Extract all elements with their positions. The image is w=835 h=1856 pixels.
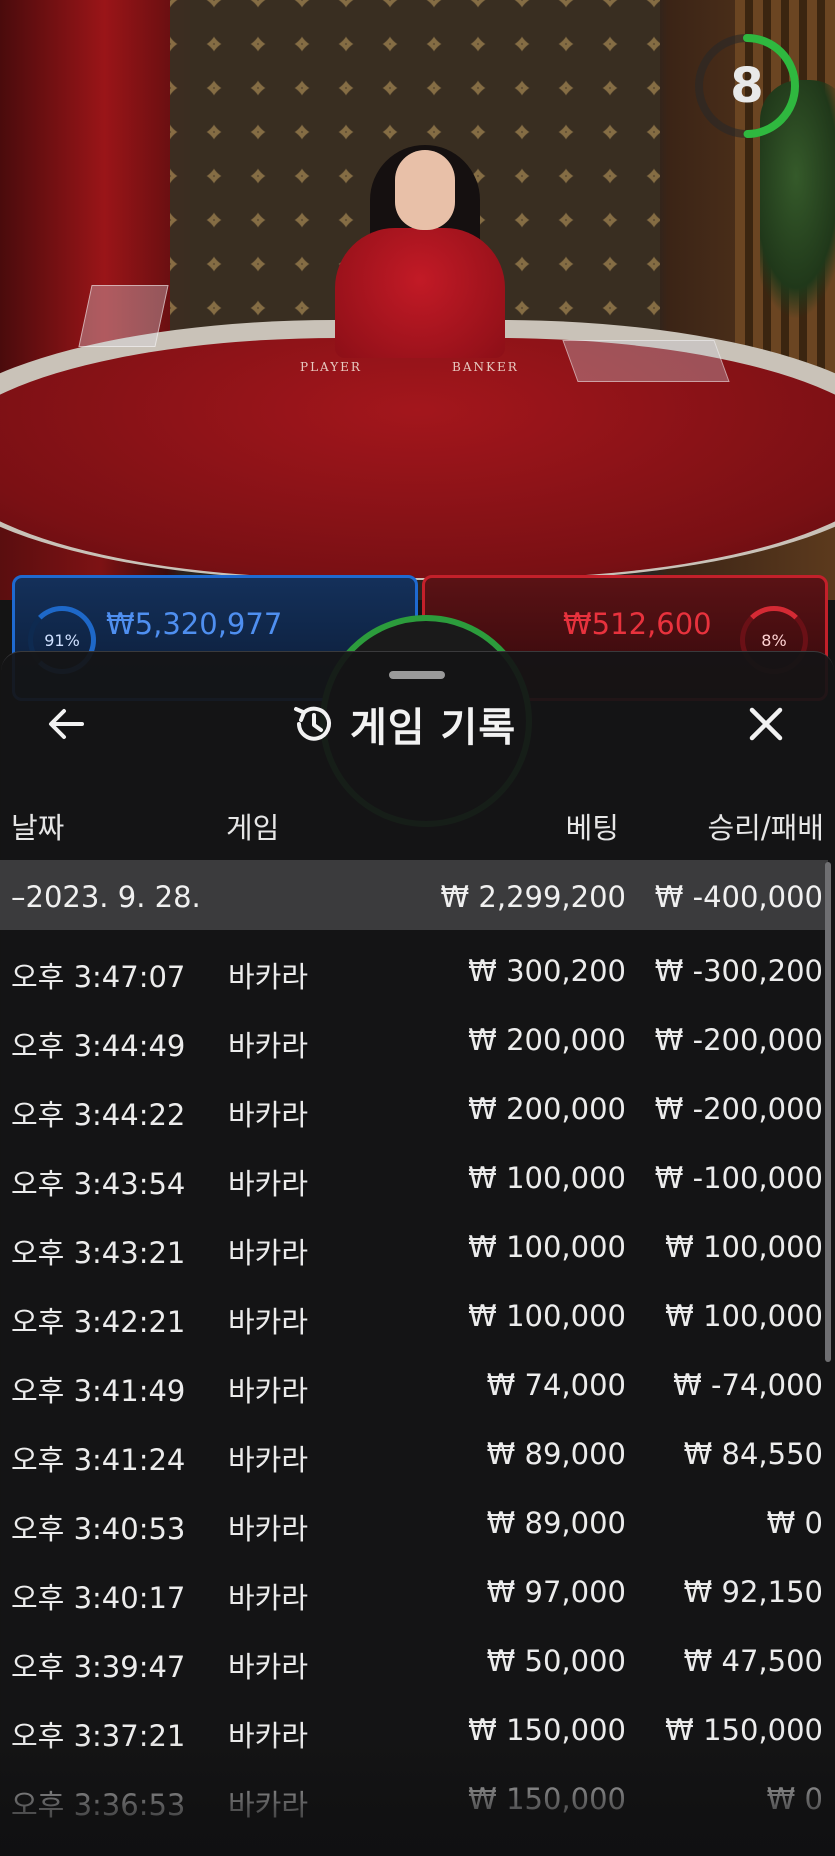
row-time: 오후 3:39:47: [11, 1650, 186, 1684]
row-game: 바카라: [228, 960, 309, 994]
row-game: 바카라: [228, 1029, 309, 1063]
row-bet: ₩ 50,000: [486, 1644, 626, 1678]
history-row[interactable]: 오후 3:42:21 바카라 ₩ 100,000 ₩ 100,000: [0, 1281, 828, 1350]
column-header-date: 날짜: [11, 811, 65, 845]
history-row[interactable]: 오후 3:36:53 바카라 ₩ 150,000 ₩ 0: [0, 1764, 828, 1833]
row-bet: ₩ 150,000: [468, 1713, 626, 1747]
sheet-drag-handle[interactable]: [389, 671, 445, 679]
history-row[interactable]: 오후 3:44:22 바카라 ₩ 200,000 ₩ -200,000: [0, 1074, 828, 1143]
row-game: 바카라: [228, 1167, 309, 1201]
row-time: 오후 3:40:17: [11, 1581, 186, 1615]
row-time: 오후 3:43:54: [11, 1167, 186, 1201]
dealer-dress: [335, 228, 505, 358]
row-time: 오후 3:42:21: [11, 1305, 186, 1339]
row-bet: ₩ 100,000: [468, 1230, 626, 1264]
row-bet: ₩ 200,000: [468, 1092, 626, 1126]
history-row[interactable]: 오후 3:44:49 바카라 ₩ 200,000 ₩ -200,000: [0, 1005, 828, 1074]
row-win-loss: ₩ -200,000: [654, 1092, 823, 1126]
close-icon: [749, 707, 783, 741]
row-bet: ₩ 89,000: [486, 1437, 626, 1471]
column-header-win-loss: 승리/패배: [707, 811, 825, 845]
back-button[interactable]: [36, 694, 96, 754]
row-time: 오후 3:44:22: [11, 1098, 186, 1132]
row-bet: ₩ 200,000: [468, 1023, 626, 1057]
row-game: 바카라: [228, 1581, 309, 1615]
close-button[interactable]: [736, 694, 796, 754]
row-bet: ₩ 100,000: [468, 1161, 626, 1195]
day-group-win-loss-total: ₩ -400,000: [654, 880, 823, 914]
history-row[interactable]: 오후 3:37:21 바카라 ₩ 150,000 ₩ 150,000: [0, 1695, 828, 1764]
row-bet: ₩ 300,200: [468, 954, 626, 988]
row-win-loss: ₩ 100,000: [665, 1230, 823, 1264]
history-icon: [294, 706, 331, 741]
history-row[interactable]: 오후 3:39:47 바카라 ₩ 50,000 ₩ 47,500: [0, 1626, 828, 1695]
history-row[interactable]: 오후 3:43:21 바카라 ₩ 100,000 ₩ 100,000: [0, 1212, 828, 1281]
row-game: 바카라: [228, 1098, 309, 1132]
row-win-loss: ₩ 100,000: [665, 1299, 823, 1333]
discard-box: [562, 340, 730, 382]
row-win-loss: ₩ -300,200: [654, 954, 823, 988]
row-win-loss: ₩ -100,000: [654, 1161, 823, 1195]
sheet-title: 게임 기록: [350, 705, 517, 751]
row-time: 오후 3:36:53: [11, 1788, 186, 1822]
dealer-face: [395, 150, 455, 230]
row-win-loss: ₩ 0: [766, 1782, 823, 1816]
row-time: 오후 3:47:07: [11, 960, 186, 994]
row-win-loss: ₩ 150,000: [665, 1713, 823, 1747]
table-label-banker: BANKER: [452, 360, 519, 374]
live-baccarat-screen: PLAYER BANKER 8 91% 8% ₩5,320,977 ₩512,6…: [0, 0, 835, 1856]
row-game: 바카라: [228, 1443, 309, 1477]
row-time: 오후 3:41:49: [11, 1374, 186, 1408]
row-win-loss: ₩ 0: [766, 1506, 823, 1540]
row-bet: ₩ 74,000: [486, 1368, 626, 1402]
history-row[interactable]: 오후 3:47:07 바카라 ₩ 300,200 ₩ -300,200: [0, 936, 828, 1005]
history-row[interactable]: 오후 3:41:24 바카라 ₩ 89,000 ₩ 84,550: [0, 1419, 828, 1488]
row-time: 오후 3:37:21: [11, 1719, 186, 1753]
row-bet: ₩ 100,000: [468, 1299, 626, 1333]
card-shoe: [78, 285, 169, 347]
column-header-game: 게임: [226, 811, 280, 845]
history-row[interactable]: 오후 3:43:54 바카라 ₩ 100,000 ₩ -100,000: [0, 1143, 828, 1212]
row-bet: ₩ 97,000: [486, 1575, 626, 1609]
row-time: 오후 3:40:53: [11, 1512, 186, 1546]
row-game: 바카라: [228, 1650, 309, 1684]
day-group-row[interactable]: –2023. 9. 28. ₩ 2,299,200 ₩ -400,000: [0, 860, 828, 930]
row-time: 오후 3:43:21: [11, 1236, 186, 1270]
row-win-loss: ₩ 47,500: [683, 1644, 823, 1678]
column-header-bet: 베팅: [565, 811, 619, 845]
banker-bet-total: ₩512,600: [563, 607, 712, 641]
row-win-loss: ₩ 84,550: [683, 1437, 823, 1471]
day-group-bet-total: ₩ 2,299,200: [440, 880, 626, 914]
row-game: 바카라: [228, 1236, 309, 1270]
row-game: 바카라: [228, 1305, 309, 1339]
row-win-loss: ₩ 92,150: [683, 1575, 823, 1609]
row-game: 바카라: [228, 1512, 309, 1546]
row-game: 바카라: [228, 1374, 309, 1408]
row-win-loss: ₩ -74,000: [673, 1368, 823, 1402]
row-game: 바카라: [228, 1788, 309, 1822]
row-bet: ₩ 150,000: [468, 1782, 626, 1816]
row-bet: ₩ 89,000: [486, 1506, 626, 1540]
history-row[interactable]: 오후 3:40:17 바카라 ₩ 97,000 ₩ 92,150: [0, 1557, 828, 1626]
player-bet-total: ₩5,320,977: [106, 607, 283, 641]
arrow-left-icon: [49, 709, 84, 739]
sheet-header: 게임 기록: [290, 694, 516, 754]
day-group-date: –2023. 9. 28.: [11, 880, 201, 914]
row-win-loss: ₩ -200,000: [654, 1023, 823, 1057]
countdown-timer: 8: [730, 58, 764, 114]
history-scrollbar[interactable]: [825, 862, 831, 1362]
table-label-player: PLAYER: [300, 360, 362, 374]
row-time: 오후 3:41:24: [11, 1443, 186, 1477]
row-game: 바카라: [228, 1719, 309, 1753]
row-time: 오후 3:44:49: [11, 1029, 186, 1063]
history-row[interactable]: 오후 3:40:53 바카라 ₩ 89,000 ₩ 0: [0, 1488, 828, 1557]
history-row[interactable]: 오후 3:41:49 바카라 ₩ 74,000 ₩ -74,000: [0, 1350, 828, 1419]
